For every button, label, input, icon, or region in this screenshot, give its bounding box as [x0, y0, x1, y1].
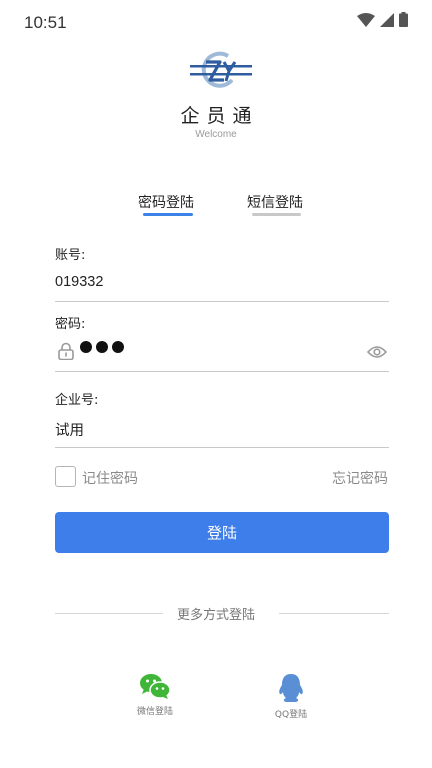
password-mask-dot [96, 341, 108, 353]
battery-icon [399, 12, 408, 27]
qq-login-label: QQ登陆 [274, 710, 308, 720]
wechat-login-button[interactable]: 微信登陆 [115, 673, 195, 717]
cellular-signal-icon [380, 12, 394, 27]
remember-password-checkbox[interactable] [55, 466, 76, 487]
status-bar: 10:51 [0, 0, 432, 46]
company-underline [55, 447, 389, 448]
wechat-icon [140, 674, 171, 699]
divider-right [279, 613, 389, 614]
wifi-icon [357, 12, 375, 27]
password-mask-dot [112, 341, 124, 353]
brand-subtitle: Welcome [195, 129, 237, 140]
company-input[interactable]: 试用 [55, 419, 84, 440]
login-button[interactable]: 登陆 [55, 512, 389, 553]
tab-sms-login[interactable]: 短信登陆 [247, 192, 303, 212]
company-logo [190, 51, 252, 88]
tab-password-login[interactable]: 密码登陆 [138, 192, 194, 212]
eye-icon[interactable] [367, 345, 387, 359]
password-label: 密码: [55, 317, 86, 332]
account-underline [55, 301, 389, 302]
company-label: 企业号: [55, 393, 99, 408]
password-mask-dot [80, 341, 92, 353]
remember-password-label[interactable]: 记住密码 [82, 468, 138, 488]
qq-login-button[interactable]: QQ登陆 [251, 673, 331, 720]
forgot-password-link[interactable]: 忘记密码 [332, 468, 388, 488]
account-label: 账号: [55, 248, 86, 263]
wechat-login-label: 微信登陆 [136, 707, 173, 717]
tab-sms-login-indicator [252, 213, 301, 216]
brand-name: 企员通 [180, 105, 259, 127]
qq-icon [279, 674, 303, 702]
status-icons [357, 12, 408, 27]
tab-password-login-indicator [143, 213, 193, 216]
password-underline [55, 371, 389, 372]
lock-icon [58, 342, 74, 360]
password-input[interactable] [80, 341, 124, 353]
account-input[interactable]: 019332 [55, 274, 103, 290]
status-time: 10:51 [24, 13, 67, 32]
